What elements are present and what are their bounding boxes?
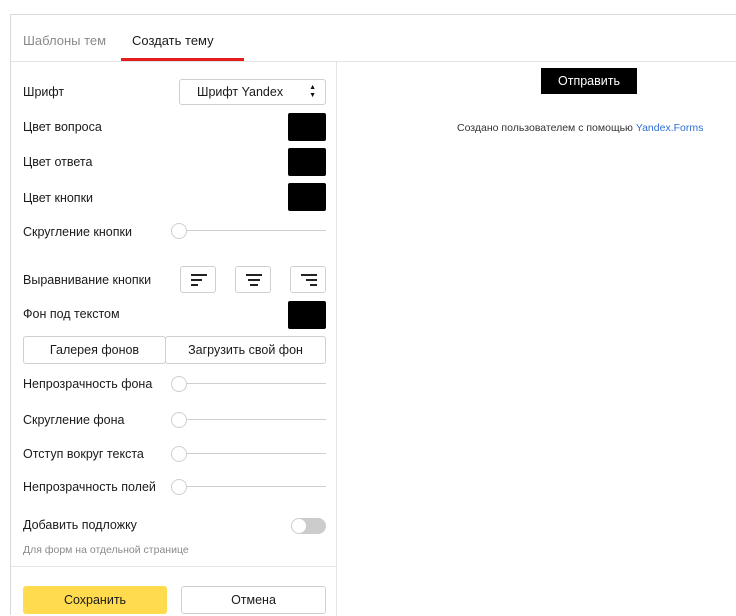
submit-button[interactable]: Отправить — [541, 68, 637, 94]
add-backdrop-toggle[interactable] — [291, 518, 326, 534]
text-background-swatch[interactable] — [288, 301, 326, 329]
left-align-icon — [191, 274, 207, 286]
slider-thumb[interactable] — [171, 479, 187, 495]
created-with-credit: Создано пользователем с помощью Yandex.F… — [457, 122, 703, 134]
tab-bar: Шаблоны тем Создать тему — [11, 15, 736, 62]
button-color-label: Цвет кнопки — [23, 191, 94, 205]
slider-track — [179, 383, 326, 384]
cancel-button[interactable]: Отмена — [181, 586, 326, 614]
background-opacity-label: Непрозрачность фона — [23, 377, 153, 391]
center-align-icon — [246, 274, 262, 286]
align-center-button[interactable] — [235, 266, 271, 293]
answer-color-swatch[interactable] — [288, 148, 326, 176]
background-gallery-button[interactable]: Галерея фонов — [23, 336, 166, 364]
form-preview: Отправить Создано пользователем с помощь… — [337, 61, 736, 615]
button-color-swatch[interactable] — [288, 183, 326, 211]
tab-theme-templates[interactable]: Шаблоны тем — [23, 33, 106, 48]
background-rounding-slider[interactable] — [171, 412, 326, 428]
question-color-label: Цвет вопроса — [23, 120, 102, 134]
tab-create-theme[interactable]: Создать тему — [132, 33, 214, 48]
slider-thumb[interactable] — [171, 223, 187, 239]
text-padding-slider[interactable] — [171, 446, 326, 462]
fields-opacity-label: Непрозрачность полей — [23, 480, 156, 494]
slider-thumb[interactable] — [171, 446, 187, 462]
slider-track — [179, 230, 326, 231]
theme-settings-panel: Шрифт Шрифт Yandex ▲ ▼ Цвет вопроса Цвет … — [11, 61, 337, 616]
save-button[interactable]: Сохранить — [23, 586, 167, 614]
toggle-knob — [292, 519, 306, 533]
add-backdrop-label: Добавить подложку — [23, 518, 137, 532]
font-select[interactable]: Шрифт Yandex ▲ ▼ — [179, 79, 326, 105]
theme-editor-window: Шаблоны тем Создать тему Шрифт Шрифт Yan… — [10, 14, 736, 616]
slider-track — [179, 419, 326, 420]
text-padding-label: Отступ вокруг текста — [23, 447, 144, 461]
button-rounding-slider[interactable] — [171, 223, 326, 239]
footer-divider — [11, 566, 336, 567]
background-opacity-slider[interactable] — [171, 376, 326, 392]
select-arrows-icon: ▲ ▼ — [309, 84, 316, 99]
upload-background-button[interactable]: Загрузить свой фон — [165, 336, 326, 364]
button-rounding-label: Скругление кнопки — [23, 225, 132, 239]
text-background-label: Фон под текстом — [23, 307, 120, 321]
slider-thumb[interactable] — [171, 376, 187, 392]
align-left-button[interactable] — [180, 266, 216, 293]
align-right-button[interactable] — [290, 266, 326, 293]
question-color-swatch[interactable] — [288, 113, 326, 141]
slider-track — [179, 486, 326, 487]
background-rounding-label: Скругление фона — [23, 413, 125, 427]
answer-color-label: Цвет ответа — [23, 155, 93, 169]
add-backdrop-hint: Для форм на отдельной странице — [23, 544, 189, 556]
font-select-value: Шрифт Yandex — [197, 85, 284, 99]
button-alignment-label: Выравнивание кнопки — [23, 273, 152, 287]
right-align-icon — [301, 274, 317, 286]
font-label: Шрифт — [23, 85, 65, 99]
slider-track — [179, 453, 326, 454]
credit-text: Создано пользователем с помощью — [457, 122, 633, 134]
yandex-forms-link[interactable]: Yandex.Forms — [636, 122, 704, 134]
slider-thumb[interactable] — [171, 412, 187, 428]
fields-opacity-slider[interactable] — [171, 479, 326, 495]
